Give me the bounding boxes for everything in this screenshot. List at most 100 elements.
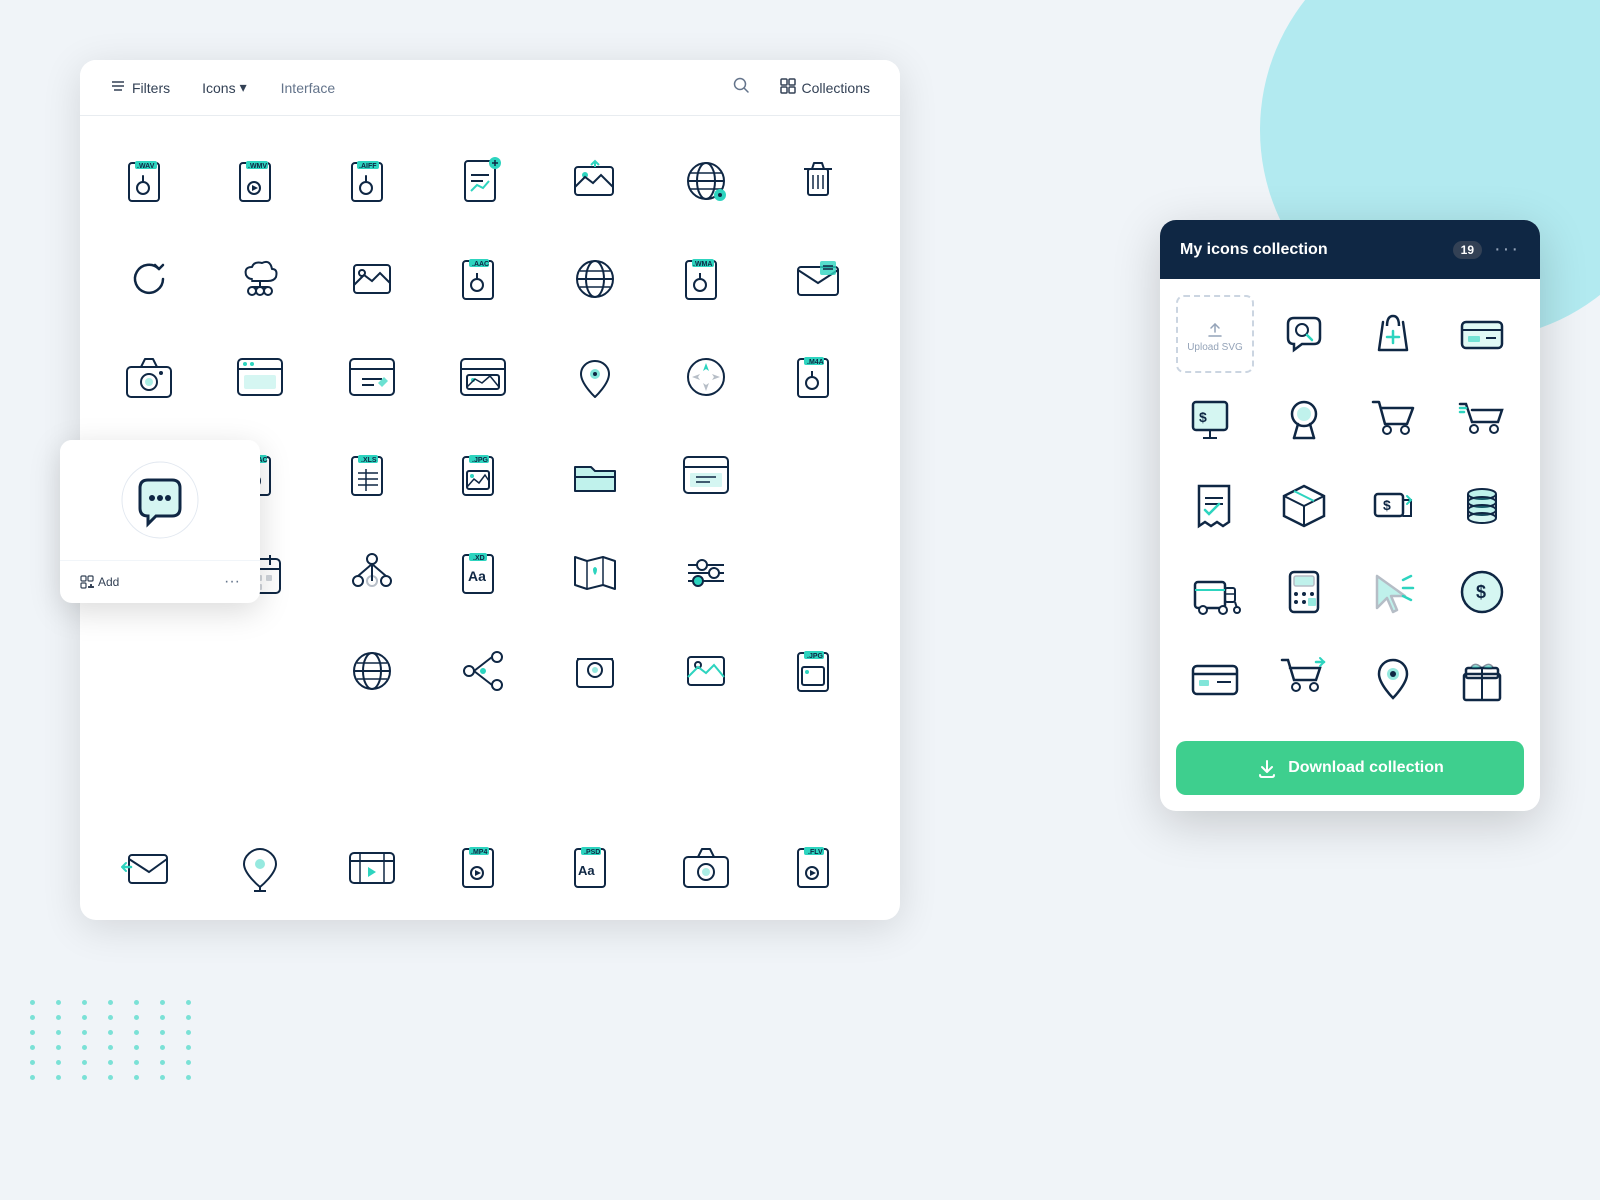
panel-title: My icons collection	[1180, 241, 1441, 259]
panel-count: 19	[1453, 241, 1482, 259]
icon-camera-2[interactable]	[661, 822, 751, 912]
icon-globe-3[interactable]	[327, 626, 417, 716]
icon-wmv[interactable]: .WMV	[215, 136, 305, 226]
panel-icon-award[interactable]	[1265, 381, 1343, 459]
icon-network[interactable]	[327, 528, 417, 618]
icon-camera[interactable]	[104, 332, 194, 422]
category-label: Interface	[269, 74, 347, 102]
icon-aiff[interactable]: .AIFF	[327, 136, 417, 226]
icon-row-3: .M4A	[104, 332, 876, 422]
filters-label: Filters	[132, 80, 170, 96]
panel-icon-dollar-circle[interactable]: $	[1443, 553, 1521, 631]
panel-icon-cart-delivery[interactable]	[1443, 381, 1521, 459]
icon-browser-image[interactable]	[438, 332, 528, 422]
panel-icon-cursor[interactable]	[1354, 553, 1432, 631]
collections-panel: My icons collection 19 ··· Upload SVG	[1160, 220, 1540, 811]
icon-branch[interactable]	[438, 626, 528, 716]
svg-text:.XLS: .XLS	[361, 457, 377, 464]
svg-text:.AAC: .AAC	[472, 261, 489, 268]
icon-globe-2[interactable]	[550, 234, 640, 324]
filter-icon	[110, 78, 126, 97]
panel-icon-gift[interactable]	[1443, 639, 1521, 717]
icon-folder[interactable]	[550, 430, 640, 520]
icon-jpg[interactable]: .JPG	[438, 430, 528, 520]
icon-row-7: .MP4 .PSD Aa	[104, 822, 876, 912]
panel-icon-delivery[interactable]	[1176, 553, 1254, 631]
svg-text:$: $	[1383, 497, 1391, 513]
icon-psd[interactable]: .PSD Aa	[550, 822, 640, 912]
icon-compass[interactable]	[661, 332, 751, 422]
collections-label: Collections	[802, 80, 870, 96]
card-more-button[interactable]: ···	[216, 569, 248, 595]
icon-jpg-2[interactable]: .JPG	[773, 626, 863, 716]
icon-xls[interactable]: .XLS	[327, 430, 417, 520]
icon-aac[interactable]: .AAC	[438, 234, 528, 324]
svg-text:Aa: Aa	[468, 568, 486, 584]
icon-location[interactable]	[550, 332, 640, 422]
icon-row-1: .WAV .WMV .AIF	[104, 136, 876, 226]
icon-row-6: .JPG	[104, 626, 876, 814]
panel-icon-receipt[interactable]	[1176, 467, 1254, 545]
icon-doc-chart[interactable]	[438, 136, 528, 226]
icon-email-send[interactable]	[104, 822, 194, 912]
icon-browser[interactable]	[215, 332, 305, 422]
upload-label: Upload SVG	[1187, 342, 1243, 353]
filters-button[interactable]: Filters	[100, 72, 180, 103]
svg-text:.XD: .XD	[473, 555, 485, 562]
svg-text:.PSD: .PSD	[584, 849, 600, 856]
icon-map[interactable]	[550, 528, 640, 618]
panel-icon-package[interactable]	[1265, 467, 1343, 545]
dots-icon: ···	[224, 573, 240, 590]
panel-icon-dollar-exchange[interactable]: $	[1354, 467, 1432, 545]
panel-icon-chat-search[interactable]	[1265, 295, 1343, 373]
svg-text:.AIFF: .AIFF	[359, 163, 377, 170]
panel-icon-creditcard[interactable]	[1443, 295, 1521, 373]
icon-wav[interactable]: .WAV	[104, 136, 194, 226]
svg-text:.JPG: .JPG	[807, 653, 824, 660]
panel-icon-card-pay[interactable]	[1176, 639, 1254, 717]
panel-icon-location-pin[interactable]	[1354, 639, 1432, 717]
icon-globe[interactable]	[661, 136, 751, 226]
collections-button[interactable]: Collections	[770, 72, 880, 103]
icon-cloud-network[interactable]	[215, 234, 305, 324]
icon-data-chart[interactable]	[661, 430, 751, 520]
icon-xd[interactable]: .XD Aa	[438, 528, 528, 618]
icon-image-upload[interactable]	[550, 136, 640, 226]
icon-wma[interactable]: .WMA	[661, 234, 751, 324]
icon-sliders[interactable]	[661, 528, 751, 618]
upload-svg-button[interactable]: Upload SVG	[1176, 295, 1254, 373]
panel-header: My icons collection 19 ···	[1160, 220, 1540, 279]
svg-text:$: $	[1476, 582, 1486, 602]
search-button[interactable]	[724, 72, 758, 103]
download-collection-button[interactable]: Download collection	[1176, 741, 1524, 795]
panel-icon-cart[interactable]	[1354, 381, 1432, 459]
panel-icon-calculator[interactable]	[1265, 553, 1343, 631]
svg-text:.MP4: .MP4	[471, 849, 487, 856]
search-area: Interface	[269, 72, 758, 103]
svg-text:.M4A: .M4A	[807, 359, 824, 366]
icon-trash[interactable]	[773, 136, 863, 226]
panel-icon-price-monitor[interactable]: $	[1176, 381, 1254, 459]
panel-icon-shop-add[interactable]	[1354, 295, 1432, 373]
svg-text:.JPG: .JPG	[472, 457, 489, 464]
svg-text:Aa: Aa	[578, 863, 595, 878]
icon-browser-edit[interactable]	[327, 332, 417, 422]
icon-refresh[interactable]	[104, 234, 194, 324]
icon-person[interactable]	[550, 626, 640, 716]
add-to-collection-button[interactable]: Add	[72, 571, 127, 593]
icons-dropdown[interactable]: Icons ▾	[192, 73, 257, 102]
icon-row-2: .AAC .WMA	[104, 234, 876, 324]
icon-flv[interactable]: .FLV	[773, 822, 863, 912]
icons-label: Icons	[202, 80, 235, 96]
icon-m4a[interactable]: .M4A	[773, 332, 863, 422]
panel-icon-coins[interactable]	[1443, 467, 1521, 545]
icon-location-2[interactable]	[215, 822, 305, 912]
panel-icon-cart-arrow[interactable]	[1265, 639, 1343, 717]
icon-video[interactable]	[327, 822, 417, 912]
icon-email[interactable]	[773, 234, 863, 324]
download-label: Download collection	[1288, 759, 1444, 777]
icon-landscape[interactable]	[661, 626, 751, 716]
icon-image[interactable]	[327, 234, 417, 324]
icon-mp4[interactable]: .MP4	[438, 822, 528, 912]
panel-more-button[interactable]: ···	[1494, 238, 1520, 261]
